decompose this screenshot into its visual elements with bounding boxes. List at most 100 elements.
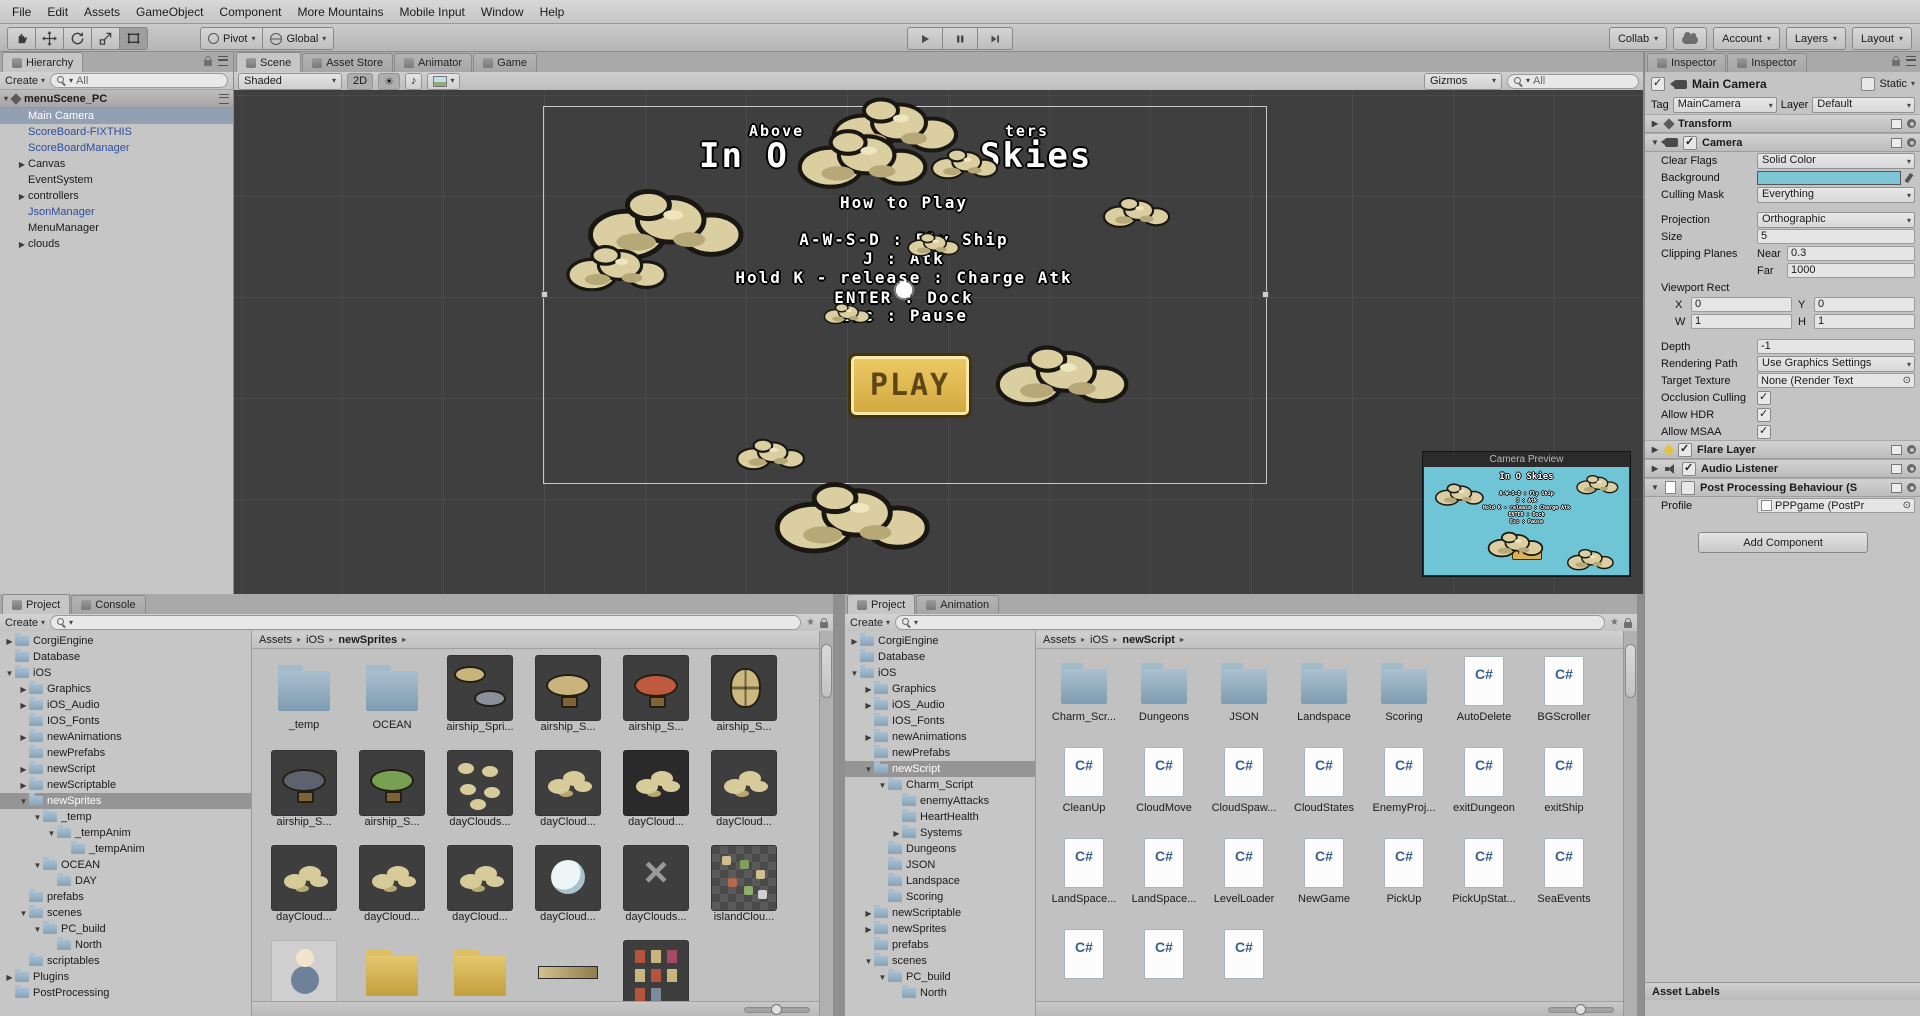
expander-arrow[interactable]: ▶ [863, 701, 874, 710]
asset-tile[interactable]: dayClouds... [613, 845, 699, 924]
scrollbar-thumb[interactable] [821, 644, 832, 698]
expander-arrow[interactable]: ▼ [863, 765, 874, 774]
folder-tree-item[interactable]: ▼ _tempAnim [0, 825, 251, 841]
project-create-button[interactable]: Create ▾ [850, 617, 890, 629]
menu-item[interactable]: More Mountains [289, 3, 391, 21]
menu-item[interactable]: Mobile Input [392, 3, 473, 21]
folder-tree-item[interactable]: newPrefabs [0, 745, 251, 761]
near-clip-field[interactable]: 0.3 [1787, 246, 1915, 261]
target-texture-field[interactable]: None (Render Text ⊙ [1757, 373, 1915, 388]
depth-field[interactable]: -1 [1757, 339, 1915, 354]
asset-tile[interactable] [613, 940, 699, 1002]
far-clip-field[interactable]: 1000 [1787, 263, 1915, 278]
static-toggle[interactable]: Static ▾ [1861, 77, 1915, 91]
expander-arrow[interactable]: ▼ [32, 925, 43, 934]
slider-knob[interactable] [771, 1004, 782, 1015]
folder-tree-item[interactable]: HeartHealth [845, 809, 1035, 825]
tab-inspector[interactable]: Inspector [1727, 53, 1807, 72]
menu-item[interactable]: GameObject [128, 3, 211, 21]
menu-item[interactable]: Component [211, 3, 289, 21]
asset-tile[interactable]: airship_S... [349, 750, 435, 829]
menu-item[interactable]: Edit [39, 3, 76, 21]
asset-tile[interactable] [261, 940, 347, 1002]
audio-listener-component-header[interactable]: ▶ Audio Listener [1645, 459, 1920, 478]
folder-tree-item[interactable]: DAY [0, 873, 251, 889]
slider-knob[interactable] [1575, 1004, 1586, 1015]
rect-handle[interactable] [541, 291, 548, 298]
folder-tree-item[interactable]: ▶ Systems [845, 825, 1035, 841]
help-icon[interactable] [1891, 118, 1902, 129]
transform-component-header[interactable]: ▶ Transform [1645, 114, 1920, 133]
expander-arrow[interactable]: ▶ [18, 781, 29, 790]
folder-tree-item[interactable]: Landspace [845, 873, 1035, 889]
expander-arrow[interactable]: ▶ [863, 685, 874, 694]
asset-tile[interactable]: dayCloud... [525, 750, 611, 829]
folder-tree-item[interactable]: prefabs [845, 937, 1035, 953]
hand-tool-button[interactable] [7, 27, 36, 50]
expander-arrow[interactable]: ▼ [32, 861, 43, 870]
step-button[interactable] [978, 27, 1013, 50]
breadcrumb-item[interactable]: newSprites [338, 634, 411, 646]
asset-tile[interactable]: LandSpace... [1045, 837, 1123, 906]
expander-arrow[interactable]: ▶ [849, 637, 860, 646]
panel-tab[interactable]: Console [71, 595, 146, 614]
foldout-arrow[interactable]: ▼ [1650, 138, 1660, 147]
move-gizmo-center[interactable] [893, 279, 915, 301]
folder-tree-item[interactable]: ▼ PC_build [845, 969, 1035, 985]
asset-tile[interactable]: dayCloud... [701, 750, 787, 829]
cloud-services-button[interactable] [1673, 27, 1708, 50]
folder-tree-item[interactable]: newPrefabs [845, 745, 1035, 761]
folder-tree-item[interactable]: ▶ iOS_Audio [845, 697, 1035, 713]
expander-arrow[interactable]: ▼ [849, 669, 860, 678]
folder-tree-item[interactable]: ▼ newSprites [0, 793, 251, 809]
help-icon[interactable] [1891, 444, 1902, 455]
hierarchy-item[interactable]: ScoreBoard-FIXTHIS [0, 124, 233, 140]
tab-inspector[interactable]: Inspector [1647, 53, 1727, 72]
asset-tile[interactable]: airship_Spri... [437, 655, 523, 734]
folder-tree-item[interactable]: North [845, 985, 1035, 1001]
asset-tile[interactable]: OCEAN [349, 655, 435, 734]
account-dropdown[interactable]: Account ▾ [1713, 27, 1780, 50]
panel-tab[interactable]: Project [847, 594, 916, 614]
menu-item[interactable]: File [4, 3, 39, 21]
folder-tree-item[interactable]: ▶ CorgiEngine [845, 633, 1035, 649]
expander-arrow[interactable]: ▼ [877, 781, 888, 790]
pause-button[interactable] [943, 27, 978, 50]
vertical-scrollbar[interactable] [819, 631, 833, 1016]
folder-tree-item[interactable]: ▼ OCEAN [0, 857, 251, 873]
scrollbar-thumb[interactable] [1625, 644, 1636, 698]
gear-icon[interactable] [1907, 119, 1916, 128]
asset-tile[interactable]: AutoDelete [1445, 655, 1523, 724]
projection-dropdown[interactable]: Orthographic [1757, 211, 1915, 228]
gear-icon[interactable] [1907, 464, 1916, 473]
expander-arrow[interactable]: ▶ [863, 909, 874, 918]
vertical-scrollbar[interactable] [1623, 631, 1637, 1016]
scene-menu-icon[interactable] [219, 93, 229, 104]
asset-tile[interactable]: exitShip [1525, 746, 1603, 815]
view-tab[interactable]: Animator [394, 53, 473, 72]
help-icon[interactable] [1891, 463, 1902, 474]
component-enabled-checkbox[interactable] [1682, 461, 1696, 476]
asset-tile[interactable] [437, 940, 523, 1002]
shading-mode-dropdown[interactable]: Shaded ▾ [238, 72, 342, 90]
asset-tile[interactable]: JSON [1205, 655, 1283, 724]
folder-tree-item[interactable]: ▶ Graphics [0, 681, 251, 697]
hierarchy-search-input[interactable]: ▾ All [50, 73, 228, 88]
size-field[interactable]: 5 [1757, 229, 1915, 244]
asset-tile[interactable]: LevelLoader [1205, 837, 1283, 906]
folder-tree-item[interactable]: ▶ newScriptable [845, 905, 1035, 921]
layers-dropdown[interactable]: Layers ▾ [1785, 27, 1846, 50]
folder-tree-item[interactable]: scriptables [0, 953, 251, 969]
folder-tree-item[interactable]: ▼ scenes [845, 953, 1035, 969]
asset-tile[interactable]: Charm_Scr... [1045, 655, 1123, 724]
folder-tree-item[interactable]: North [0, 937, 251, 953]
breadcrumb-item[interactable]: newScript [1122, 634, 1189, 646]
lock-icon[interactable] [1624, 617, 1632, 628]
flare-layer-component-header[interactable]: ▶ Flare Layer [1645, 440, 1920, 459]
viewport-w-field[interactable]: 1 [1691, 314, 1792, 329]
asset-tile[interactable] [349, 940, 435, 1002]
favorites-icon[interactable]: ★ [806, 617, 815, 628]
folder-tree-item[interactable]: ▼ iOS [845, 665, 1035, 681]
gear-icon[interactable] [1907, 445, 1916, 454]
breadcrumb-item[interactable]: Assets [1043, 634, 1090, 646]
